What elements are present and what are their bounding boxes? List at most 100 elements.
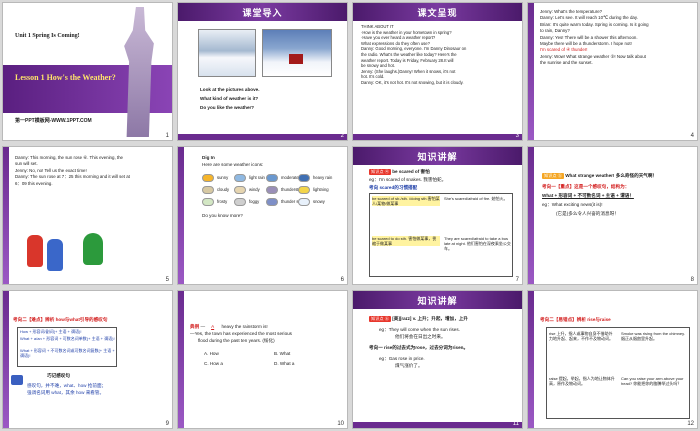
slide-thumbnail-4[interactable]: Jenny: What's the temperature? Danny: Le… [527, 2, 698, 141]
weather-label: foggy [249, 199, 260, 204]
table-cell: Smoke was rising from the chimney. 烟正从烟囱… [621, 331, 685, 342]
cartoon-girl-image [27, 235, 43, 267]
moderate-rain-icon [266, 173, 278, 182]
red-barn-shape [289, 54, 303, 64]
slide-title: 课文呈现 [417, 8, 458, 18]
slide-footer-bar [178, 134, 347, 140]
slide-thumbnail-1[interactable]: Unit 1 Spring Is Coming! Lesson 1 How's … [2, 2, 173, 141]
table-cell: be scared to do sth. 害怕做某事，畏缩于做某事 [372, 236, 440, 247]
slide-title: 知识讲解 [417, 296, 458, 306]
slide-thumbnail-7[interactable]: 知识讲解 知识点 ④ be scared of 害怕 eg：I'm scared… [352, 146, 523, 285]
table-cell: rise 上升，指人或事物自身不借助外力地升起、起来，不作不及物动词。 [549, 331, 613, 342]
example-text: eg：Gas rose in price. [379, 356, 425, 361]
slide-number: 6 [340, 277, 344, 283]
example-question: 典例 — A heavy the rainstorm is! —Yes, the … [190, 323, 346, 344]
table-cell: She's scared/afraid of fire. 她怕火。 [444, 196, 508, 201]
slide-number: 11 [512, 421, 519, 427]
translation-text: 煤气涨价了。 [395, 363, 423, 368]
slide-thumbnail-5[interactable]: Danny: This morning, the sun rose ⑥. Thi… [2, 146, 173, 285]
point-text: [美][raɪz] v. 上升；升起，增加，上升 [390, 316, 468, 321]
text-line: 6：09 this evening. [15, 180, 53, 186]
table-row: What + 形容词 + 不可数名词或可数名词复数(+ 主语 + 谓语)! [20, 348, 115, 359]
slide-thumbnail-11[interactable]: 知识讲解 知识点 ⑥ [美][raɪz] v. 上升；升起，增加，上升 eg：T… [352, 290, 523, 429]
slide-thumbnail-2[interactable]: 课堂导入 Look at the pictures above. What ki… [177, 2, 348, 141]
comparison-table: rise 上升，指人或事物自身不借助外力地升起、起来，不作不及物动词。 Smok… [546, 327, 690, 419]
point-text: be scared of 害怕 [390, 169, 430, 174]
example-text: eg：They will come when the sun rises. [379, 327, 460, 332]
frost-icon [202, 197, 214, 206]
light-rain-icon [234, 173, 246, 182]
example-text: eg：What exciting news(it is)! [542, 202, 603, 207]
slide-thumbnail-12[interactable]: 考向二【易错点】辨析 rise与raise rise 上升，指人或事物自身不借助… [527, 290, 698, 429]
translation-text: 他们将会在日出之时来。 [395, 334, 446, 339]
fog-icon [234, 197, 246, 206]
weather-label: windy [249, 187, 260, 192]
example-text: eg：I'm scared of snakes. 我害怕蛇。 [369, 177, 447, 182]
weather-label: sunny [217, 175, 229, 180]
option-a[interactable]: A. How [204, 351, 264, 357]
weather-item: lightning [298, 185, 347, 195]
table-row: How + 形容词/副词(+ 主语 + 谓语)! [20, 329, 82, 334]
table-cell: raise 提起，举起，指人为地让物体升高，原作及物动词。 [549, 376, 615, 387]
slide-subheading: Here are some weather icons: [202, 162, 264, 167]
knowledge-badge: 知识点 ⑤ [542, 173, 564, 179]
question-text: flood during the past ten years. (绥化) [198, 338, 275, 343]
slide-title: 知识讲解 [417, 152, 458, 162]
lesson-title: Lesson 1 How's the Weather? [15, 73, 116, 82]
side-stripe [528, 291, 534, 428]
exam-focus: 考向一【重点】这是一个感叹句，结构为： [542, 184, 630, 189]
unit-title: Unit 1 Spring Is Coming! [15, 33, 80, 39]
slide-number: 5 [165, 277, 169, 283]
heavy-rain-icon [298, 173, 310, 182]
slide-header: 课堂导入 [178, 3, 347, 21]
slide-footer-bar [353, 422, 522, 428]
point-text: What strange weather! 多么奇怪的天气啊！ [563, 173, 658, 178]
weather-label: light rain [249, 175, 265, 180]
option-c[interactable]: C. How a [204, 361, 264, 367]
table-cell: be scared of sb./sth. /doing sth.害怕某人/某物… [372, 196, 440, 207]
slide-text: Jenny: What's the temperature? Danny: Le… [540, 9, 696, 67]
slide-thumbnail-3[interactable]: 课文呈现 THINK ABOUT IT ·How is the weather … [352, 2, 523, 141]
slide-thumbnail-9[interactable]: 考向二【难点】辨析 how与what引导的感叹句 How + 形容词/副词(+ … [2, 290, 173, 429]
weather-item: snowy [298, 197, 347, 207]
side-stripe [178, 147, 184, 284]
slide-text: Look at the pictures above. What kind of… [200, 87, 340, 111]
snow-icon [298, 197, 310, 206]
exam-focus: 考向一 rise的过去式为rose，过去分词为risen。 [369, 345, 469, 350]
text-line: Do you like the weather? [200, 105, 255, 110]
slide-header: 知识讲解 [353, 291, 522, 309]
memo-icon [11, 375, 23, 385]
formula-text: What + 形容词 + 不可数名词 + 主语 + 谓语！ [542, 193, 634, 198]
slide-number: 10 [337, 421, 344, 427]
slide-footer-bar [353, 134, 522, 140]
question-text: —Yes, the town has experienced the most … [190, 331, 292, 336]
slide-thumbnail-8[interactable]: 知识点 ⑤ What strange weather! 多么奇怪的天气啊！ 考向… [527, 146, 698, 285]
lightning-icon [298, 185, 310, 194]
cartoon-dinosaur-image [83, 233, 103, 265]
slide-number: 4 [690, 133, 694, 139]
option-d[interactable]: D. What a [274, 361, 334, 367]
exam-focus: 考向 scared的习惯搭配 [369, 185, 418, 190]
knowledge-badge: 知识点 ⑥ [369, 316, 391, 322]
memo-tip: 感叹句，并不难，what、how 抢前面； [27, 383, 107, 388]
slide-sorter-grid: Unit 1 Spring Is Coming! Lesson 1 How's … [0, 0, 700, 431]
text-line: Look at the pictures above. [200, 87, 260, 92]
cartoon-boy-image [47, 239, 63, 271]
knowledge-point: 知识点 ⑥ [美][raɪz] v. 上升；升起，增加，上升 eg：They w… [369, 315, 521, 369]
weather-label: cloudy [217, 187, 230, 192]
option-b[interactable]: B. What [274, 351, 334, 357]
knowledge-point: 知识点 ⑤ What strange weather! 多么奇怪的天气啊！ 考向… [542, 173, 696, 217]
site-credit: 第一PPT模板网-WWW.1PPT.COM [15, 118, 92, 124]
snowy-landscape-photo [198, 29, 256, 77]
side-stripe [3, 147, 9, 284]
text-line: What kind of weather is it? [200, 96, 259, 101]
slide-question: Do you know more? [202, 213, 243, 218]
slide-heading: Dig In [202, 155, 215, 160]
memo-tip: 强调名词用 what，其余 how 来看管。 [27, 390, 105, 395]
wind-icon [234, 185, 246, 194]
slide-number: 9 [165, 421, 169, 427]
slide-thumbnail-10[interactable]: 典例 — A heavy the rainstorm is! —Yes, the … [177, 290, 348, 429]
slide-number: 1 [165, 133, 169, 139]
thunder-shower-icon [266, 197, 278, 206]
slide-thumbnail-6[interactable]: Dig In Here are some weather icons: sunn… [177, 146, 348, 285]
